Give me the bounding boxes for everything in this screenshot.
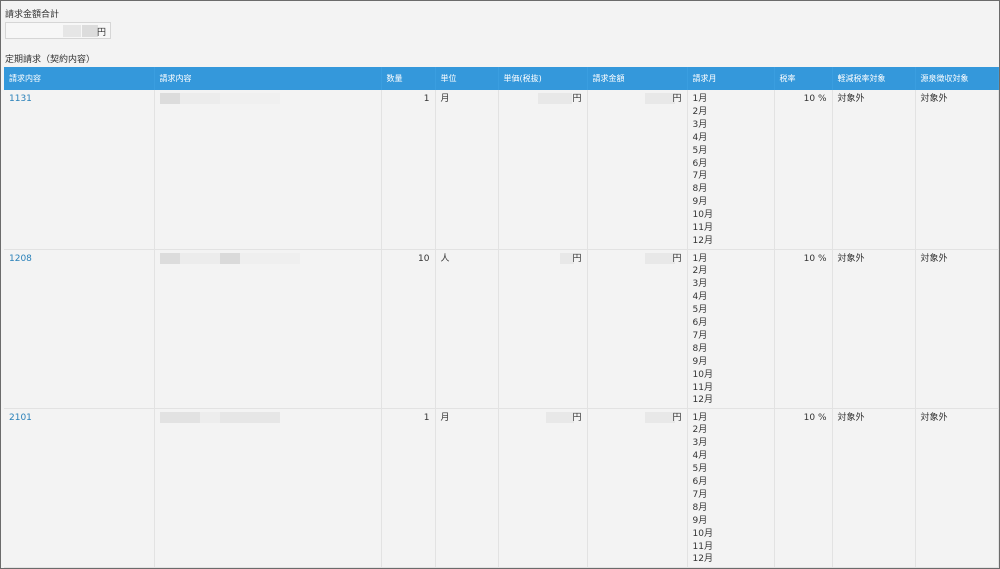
col-header: 請求内容 xyxy=(4,67,155,90)
tax-rate: 10 % xyxy=(774,408,833,568)
table-row: 1131 1 月 円 円 1月 2月 3月 4月 5月 6月 7月 8月 9月 10月 11 xyxy=(4,90,999,250)
billing-months: 1月 2月 3月 4月 5月 6月 7月 8月 9月 10月 11月 12月 xyxy=(687,249,775,409)
unit-price: 円 xyxy=(504,252,582,266)
table-row: 2101 1 月 円 円 1月 2月 3月 4月 5月 6月 7月 8月 9月 10月 11 xyxy=(4,408,999,568)
col-header: 源泉徴収対象 xyxy=(915,67,999,90)
table-row: 1208 10 人 円 円 1月 2月 3月 4月 5月 6月 7月 8月 9月… xyxy=(4,249,999,409)
billing-amount: 円 xyxy=(593,411,682,425)
reduced-tax-flag: 対象外 xyxy=(832,249,916,409)
unit-price: 円 xyxy=(504,93,582,106)
reduced-tax-flag: 対象外 xyxy=(832,408,916,568)
col-header: 数量 xyxy=(381,67,436,90)
redacted-value xyxy=(82,25,98,37)
quantity: 1 xyxy=(381,408,436,568)
redacted-description xyxy=(159,93,376,107)
quantity: 1 xyxy=(381,90,436,250)
col-header: 請求金額 xyxy=(587,67,688,90)
billing-amount: 円 xyxy=(593,252,682,266)
billing-code-link[interactable]: 2101 xyxy=(9,413,32,423)
withholding-flag: 対象外 xyxy=(915,249,999,409)
unit-price: 円 xyxy=(504,411,582,425)
col-header: 単位 xyxy=(435,67,499,90)
col-header: 請求内容 xyxy=(154,67,382,90)
currency-label: 円 xyxy=(96,28,106,38)
table-header: 請求内容 請求内容 数量 単位 単価(税抜) 請求金額 請求月 税率 軽減税率対… xyxy=(4,67,999,90)
billing-amount: 円 xyxy=(593,93,682,106)
redacted-value xyxy=(63,25,81,37)
withholding-flag: 対象外 xyxy=(915,90,999,250)
total-label: 請求金額合計 xyxy=(5,10,60,20)
total-amount-field: 円 xyxy=(5,22,111,39)
billing-code-link[interactable]: 1208 xyxy=(9,254,32,264)
section-title: 定期請求（契約内容） xyxy=(5,55,96,65)
withholding-flag: 対象外 xyxy=(915,408,999,568)
reduced-tax-flag: 対象外 xyxy=(832,90,916,250)
billing-months: 1月 2月 3月 4月 5月 6月 7月 8月 9月 10月 11月 12月 xyxy=(687,90,775,250)
unit: 月 xyxy=(435,408,499,568)
unit: 人 xyxy=(435,249,499,409)
col-header: 請求月 xyxy=(687,67,775,90)
tax-rate: 10 % xyxy=(774,249,833,409)
billing-code-link[interactable]: 1131 xyxy=(9,94,32,104)
col-header: 軽減税率対象 xyxy=(832,67,916,90)
tax-rate: 10 % xyxy=(774,90,833,250)
billing-months: 1月 2月 3月 4月 5月 6月 7月 8月 9月 10月 11月 12月 xyxy=(687,408,775,568)
unit: 月 xyxy=(435,90,499,250)
quantity: 10 xyxy=(381,249,436,409)
redacted-description xyxy=(159,411,376,426)
col-header: 単価(税抜) xyxy=(498,67,588,90)
page-frame: 請求金額合計 円 定期請求（契約内容） 請求内容 請求内容 数量 単位 単価(税… xyxy=(0,0,1000,569)
col-header: 税率 xyxy=(774,67,833,90)
billing-table: 請求内容 請求内容 数量 単位 単価(税抜) 請求金額 請求月 税率 軽減税率対… xyxy=(4,67,999,568)
redacted-description xyxy=(159,252,376,267)
